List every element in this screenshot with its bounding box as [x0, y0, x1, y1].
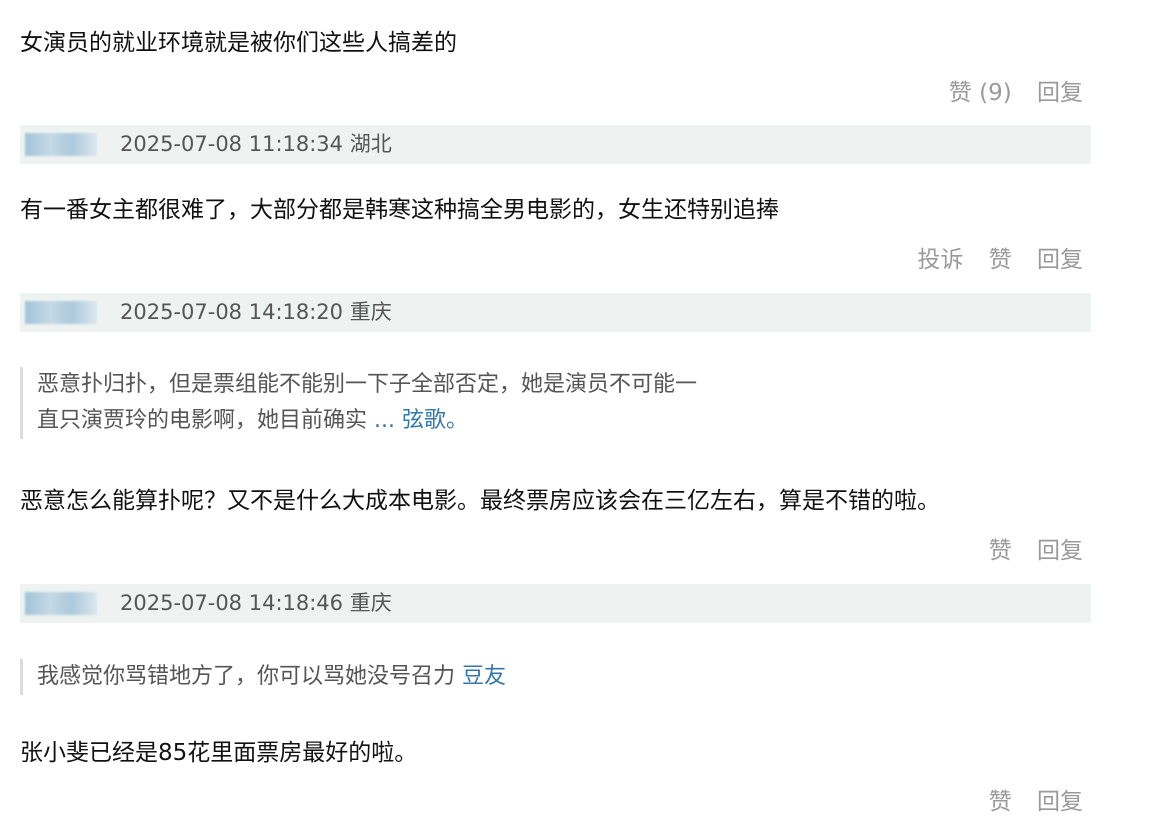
- expand-quote-link[interactable]: ...: [374, 408, 395, 433]
- like-button[interactable]: 赞: [989, 789, 1012, 815]
- comment-text: 有一番女主都很难了，大部分都是韩寒这种搞全男电影的，女生还特别追捧: [20, 197, 779, 223]
- quote-line: 我感觉你骂错地方了，你可以骂她没号召力 豆友: [37, 659, 506, 695]
- comment-text: 女演员的就业环境就是被你们这些人搞差的: [20, 30, 457, 56]
- quote-text: 直只演贾玲的电影啊，她目前确实: [37, 408, 368, 433]
- report-button[interactable]: 投诉: [917, 247, 963, 273]
- comment-actions: 赞 回复: [971, 787, 1083, 817]
- comment-actions: 投诉 赞 回复: [899, 245, 1083, 275]
- quoted-reply: 我感觉你骂错地方了，你可以骂她没号召力 豆友: [20, 659, 506, 695]
- comment-timestamp-location: 2025-07-08 14:18:46 重庆: [120, 591, 392, 615]
- quote-author-link[interactable]: 豆友: [462, 664, 506, 689]
- avatar[interactable]: [25, 133, 97, 156]
- reply-button[interactable]: 回复: [1037, 789, 1083, 815]
- reply-button[interactable]: 回复: [1037, 80, 1083, 106]
- comment-meta-bar: 2025-07-08 14:18:20 重庆: [20, 293, 1091, 332]
- avatar[interactable]: [25, 592, 97, 615]
- comment-actions: 赞 回复: [971, 536, 1083, 566]
- quote-author-link[interactable]: 弦歌: [402, 408, 446, 433]
- quote-tail: 。: [446, 408, 469, 433]
- quote-text: 我感觉你骂错地方了，你可以骂她没号召力: [37, 664, 456, 689]
- comment-actions: 赞 (9) 回复: [931, 78, 1083, 108]
- comment-timestamp-location: 2025-07-08 11:18:34 湖北: [120, 132, 392, 156]
- reply-button[interactable]: 回复: [1037, 538, 1083, 564]
- like-button[interactable]: 赞 (9): [949, 80, 1012, 106]
- comment-timestamp-location: 2025-07-08 14:18:20 重庆: [120, 300, 392, 324]
- comment-meta-bar: 2025-07-08 11:18:34 湖北: [20, 125, 1091, 164]
- comment-meta-bar: 2025-07-08 14:18:46 重庆: [20, 584, 1091, 623]
- comment-text: 张小斐已经是85花里面票房最好的啦。: [20, 740, 418, 766]
- like-button[interactable]: 赞: [989, 538, 1012, 564]
- comment-text: 恶意怎么能算扑呢？又不是什么大成本电影。最终票房应该会在三亿左右，算是不错的啦。: [20, 488, 940, 514]
- reply-button[interactable]: 回复: [1037, 247, 1083, 273]
- quoted-reply: 恶意扑归扑，但是票组能不能别一下子全部否定，她是演员不可能一 直只演贾玲的电影啊…: [20, 367, 697, 439]
- quote-line: 恶意扑归扑，但是票组能不能别一下子全部否定，她是演员不可能一: [37, 372, 698, 397]
- avatar[interactable]: [25, 301, 97, 324]
- like-button[interactable]: 赞: [989, 247, 1012, 273]
- quote-line: 直只演贾玲的电影啊，她目前确实 ... 弦歌。: [37, 403, 697, 439]
